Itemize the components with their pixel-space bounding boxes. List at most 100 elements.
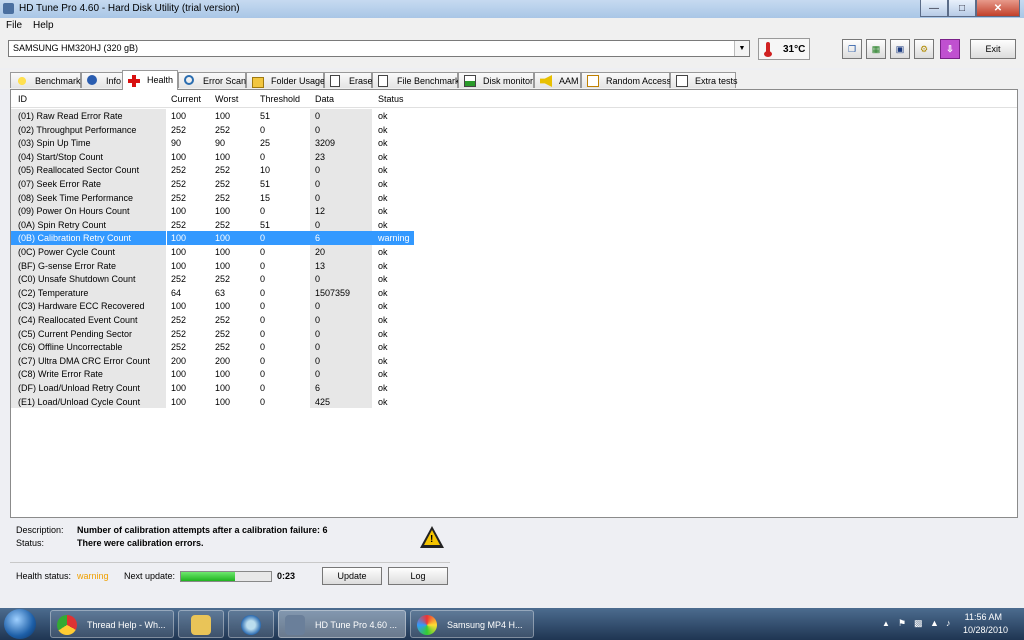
table-row[interactable]: (DF) Load/Unload Retry Count 100 100 0 6 ok — [11, 381, 414, 395]
col-header-threshold[interactable]: Threshold — [260, 94, 300, 104]
show-hidden-icons-icon[interactable]: ▲ — [882, 619, 890, 628]
cell-status: ok — [378, 287, 388, 298]
col-header-data[interactable]: Data — [315, 94, 334, 104]
tab-aam[interactable]: AAM — [534, 72, 581, 88]
table-row[interactable]: (C0) Unsafe Shutdown Count 252 252 0 0 ok — [11, 272, 414, 286]
tab-random-access-label: Random Access — [606, 76, 672, 86]
volume-icon[interactable]: ♪ — [946, 618, 951, 628]
tab-error-scan[interactable]: Error Scan — [178, 72, 246, 88]
exit-button[interactable]: Exit — [970, 39, 1016, 59]
table-row[interactable]: (C7) Ultra DMA CRC Error Count 200 200 0 0 ok — [11, 353, 414, 368]
col-header-current[interactable]: Current — [171, 94, 201, 104]
col-header-worst[interactable]: Worst — [215, 94, 238, 104]
download-button[interactable]: ⇩ — [940, 39, 960, 59]
cell-worst: 100 — [215, 233, 231, 244]
taskbar-hdtune[interactable]: HD Tune Pro 4.60 ... — [278, 610, 406, 638]
taskbar-paint-label: Samsung MP4 H... — [447, 620, 523, 630]
table-row[interactable]: (E1) Load/Unload Cycle Count 100 100 0 425 ok — [11, 394, 414, 409]
copy-info-button[interactable]: ❐ — [842, 39, 862, 59]
table-row[interactable]: (08) Seek Time Performance 252 252 15 0 ok — [11, 190, 414, 205]
table-row[interactable]: (C6) Offline Uncorrectable 252 252 0 0 ok — [11, 340, 414, 354]
menu-help[interactable]: Help — [33, 20, 54, 31]
thermometer-icon — [764, 42, 772, 57]
table-row[interactable]: (C2) Temperature 64 63 0 1507359 ok — [11, 285, 414, 300]
drive-select-value: SAMSUNG HM320HJ (320 gB) — [13, 43, 139, 53]
cell-threshold: 0 — [260, 247, 266, 257]
cell-current: 90 — [171, 138, 182, 149]
table-row[interactable]: (C5) Current Pending Sector 252 252 0 0 ok — [11, 326, 414, 341]
save-button[interactable]: ▣ — [890, 39, 910, 59]
tab-extra-tests[interactable]: Extra tests — [670, 72, 738, 88]
table-row[interactable]: (C4) Reallocated Event Count 252 252 0 0 ok — [11, 313, 414, 327]
update-button[interactable]: Update — [322, 567, 382, 585]
maximize-button[interactable]: □ — [948, 0, 976, 17]
cell-worst: 100 — [215, 301, 231, 312]
table-row[interactable]: (07) Seek Error Rate 252 252 51 0 ok — [11, 177, 414, 191]
tab-erase[interactable]: Erase — [324, 72, 373, 88]
table-row[interactable]: (09) Power On Hours Count 100 100 0 12 ok — [11, 204, 414, 218]
cell-id: (0C) Power Cycle Count — [18, 247, 116, 257]
taskbar-chrome[interactable]: Thread Help - Wh... — [50, 610, 174, 638]
tab-bar: Benchmark Info Health Error Scan Folder … — [0, 70, 1024, 90]
table-row[interactable]: (0A) Spin Retry Count 252 252 51 0 ok — [11, 217, 414, 232]
tab-disk-monitor[interactable]: Disk monitor — [458, 72, 534, 88]
tab-health[interactable]: Health — [122, 70, 178, 90]
cell-worst: 252 — [215, 124, 231, 135]
info-icon — [87, 75, 97, 85]
temperature-value: 31°C — [783, 44, 806, 55]
table-row[interactable]: (02) Throughput Performance 252 252 0 0 ok — [11, 122, 414, 137]
clock-date[interactable]: 10/28/2010 — [963, 625, 1008, 635]
close-button[interactable]: ✕ — [976, 0, 1020, 17]
options-button[interactable]: ⚙ — [914, 39, 934, 59]
tab-folder-usage[interactable]: Folder Usage — [246, 72, 325, 88]
log-button[interactable]: Log — [388, 567, 448, 585]
table-row[interactable]: (C3) Hardware ECC Recovered 100 100 0 0 ok — [11, 299, 414, 313]
tab-benchmark[interactable]: Benchmark — [10, 72, 81, 88]
cell-status: ok — [378, 328, 388, 339]
cell-id: (C4) Reallocated Event Count — [18, 315, 138, 325]
network-icon[interactable]: ▩ — [914, 618, 923, 629]
cell-data: 0 — [315, 301, 321, 312]
table-row[interactable]: (BF) G-sense Error Rate 100 100 0 13 ok — [11, 258, 414, 273]
copy-screenshot-button[interactable]: ▦ — [866, 39, 886, 59]
taskbar-explorer[interactable] — [178, 610, 224, 638]
table-row[interactable]: (01) Raw Read Error Rate 100 100 51 0 ok — [11, 109, 414, 123]
table-row[interactable]: (0B) Calibration Retry Count 100 100 0 6 warn… — [11, 231, 414, 245]
tab-file-benchmark[interactable]: File Benchmark — [372, 72, 460, 88]
clock-time[interactable]: 11:56 AM — [965, 612, 1002, 622]
wrench-icon: ⚙ — [919, 43, 929, 54]
taskbar-paint[interactable]: Samsung MP4 H... — [410, 610, 534, 638]
window-title: HD Tune Pro 4.60 - Hard Disk Utility (tr… — [19, 3, 240, 14]
cell-threshold: 0 — [260, 369, 266, 380]
cell-current: 200 — [171, 355, 187, 366]
cell-status: ok — [378, 315, 388, 325]
table-row[interactable]: (04) Start/Stop Count 100 100 0 23 ok — [11, 149, 414, 164]
col-header-status[interactable]: Status — [378, 94, 404, 104]
cell-current: 252 — [171, 342, 187, 353]
divider — [10, 562, 450, 563]
taskbar-itunes[interactable] — [228, 610, 274, 638]
table-row[interactable]: (C8) Write Error Rate 100 100 0 0 ok — [11, 367, 414, 381]
cell-threshold: 0 — [260, 233, 266, 244]
cell-current: 100 — [171, 369, 187, 380]
menu-file[interactable]: File — [6, 20, 22, 31]
minimize-button[interactable]: — — [920, 0, 948, 17]
flag-icon[interactable]: ⚑ — [898, 618, 906, 629]
cell-threshold: 0 — [260, 287, 266, 298]
col-header-id[interactable]: ID — [18, 94, 27, 104]
table-row[interactable]: (03) Spin Up Time 90 90 25 3209 ok — [11, 136, 414, 150]
tab-info[interactable]: Info — [81, 72, 123, 88]
drive-select[interactable]: SAMSUNG HM320HJ (320 gB) ▼ — [8, 40, 750, 57]
tab-random-access[interactable]: Random Access — [581, 72, 672, 88]
tab-health-label: Health — [147, 75, 174, 85]
table-row[interactable]: (05) Reallocated Sector Count 252 252 10 0 ok — [11, 163, 414, 177]
cell-worst: 90 — [215, 138, 226, 149]
cell-threshold: 0 — [260, 151, 266, 162]
cell-threshold: 0 — [260, 328, 266, 339]
cell-data: 0 — [315, 315, 321, 325]
start-button[interactable] — [4, 609, 36, 639]
table-row[interactable]: (0C) Power Cycle Count 100 100 0 20 ok — [11, 245, 414, 259]
cell-id: (C7) Ultra DMA CRC Error Count — [18, 355, 151, 366]
cell-data: 6 — [315, 383, 321, 393]
signal-icon[interactable]: ▲ — [930, 618, 939, 628]
